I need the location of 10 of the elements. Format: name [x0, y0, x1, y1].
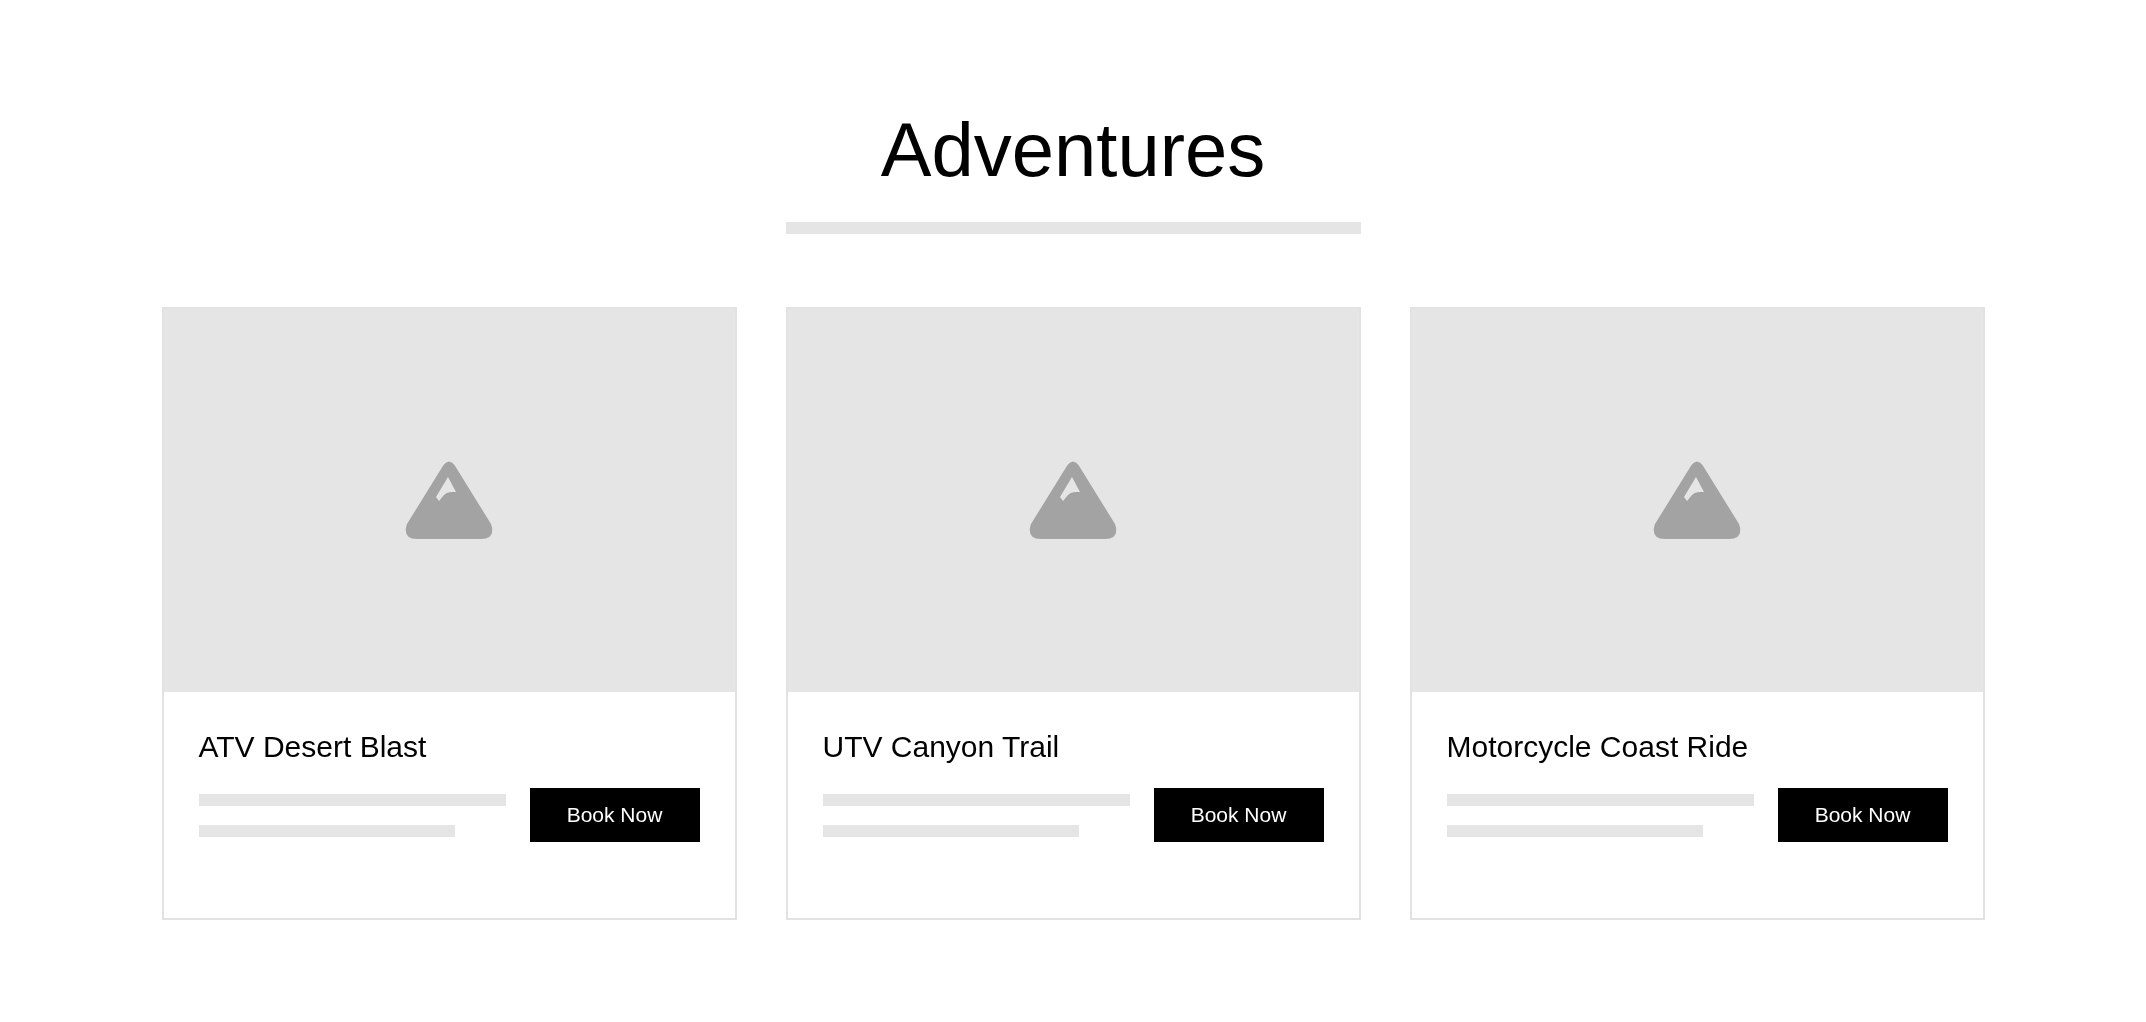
page-heading: Adventures [879, 112, 1267, 188]
book-now-button[interactable]: Book Now [1153, 788, 1324, 842]
mountain-icon [404, 460, 494, 541]
book-now-button[interactable]: Book Now [1777, 788, 1948, 842]
card-title: UTV Canyon Trail [822, 730, 1061, 763]
card-title: ATV Desert Blast [198, 730, 428, 763]
card-title: Motorcycle Coast Ride [1446, 730, 1750, 763]
mountain-icon [1028, 460, 1118, 541]
mountain-icon [1652, 460, 1742, 541]
book-now-button[interactable]: Book Now [529, 788, 700, 842]
